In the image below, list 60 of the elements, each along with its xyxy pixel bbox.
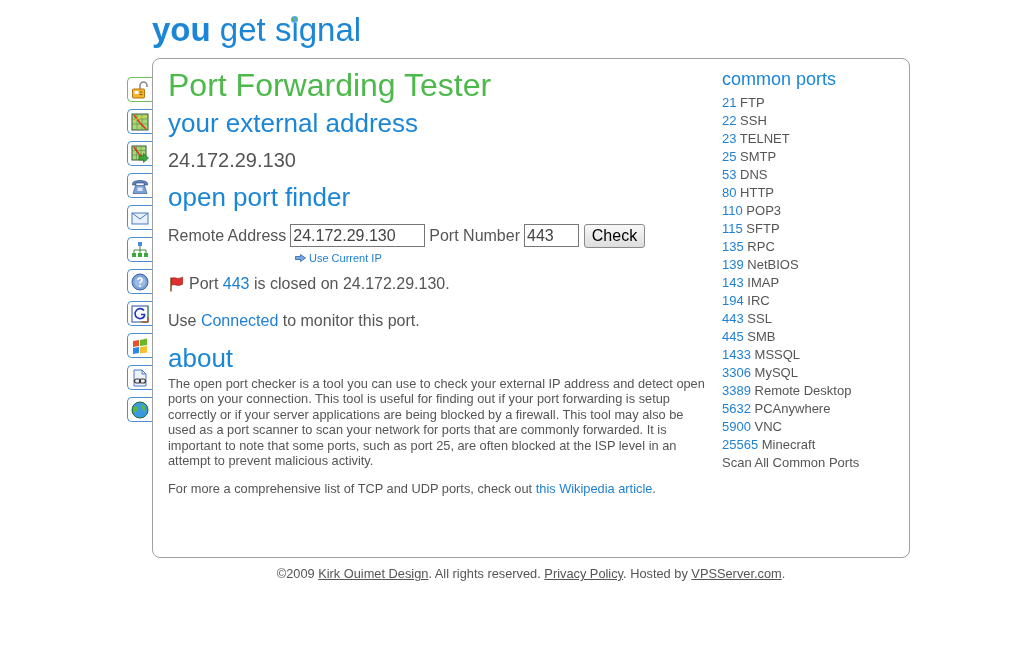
letter-g-icon [131,304,149,323]
port-link[interactable]: 443 SSL [722,310,772,328]
port-link[interactable]: 143 IMAP [722,274,780,292]
sidebar-tab[interactable] [127,269,152,294]
check-button[interactable]: Check [584,223,645,248]
port-link[interactable]: 1433 MSSQL [722,346,801,364]
port-link[interactable]: 5900 VNC [722,418,782,436]
use-current-ip-link[interactable]: Use Current IP [309,251,382,265]
text-link[interactable]: Connected [200,312,279,329]
port-link[interactable]: 22 SSH [722,112,767,130]
padlock-icon [131,80,149,99]
field-label: Port Number [429,225,520,246]
port-link[interactable]: 53 DNS [722,166,768,184]
address-input[interactable]: 24.172.29.130 [290,224,426,247]
page-title: Port Forwarding Tester [168,67,492,103]
sidebar-tab[interactable] [127,109,152,134]
about-paragraph: The open port checker is a tool you can use to check your external IP address and detect open ports on your connection. This tool is useful for finding out if your port forwarding is setup correctly or if your server applications are being blocked by a firewall. This tool may also be used as a port scanner to scan your network for ports that are commonly forwarded. It is important to note that some ports, such as port 25, are often blocked at the ISP level in an attempt to prevent malicious activity. [168,376,706,469]
globe-icon [131,400,149,419]
footer-link[interactable]: VPSServer.com [691,566,782,581]
section-heading: about [168,343,234,373]
status-message: Port 443 is closed on 24.172.29.130. [189,274,450,294]
document-link-icon [131,368,149,387]
port-link[interactable]: 110 POP3 [722,202,782,220]
port-input[interactable]: 443 [524,224,579,247]
arrow-icon [295,254,306,262]
four-color-flag-icon [131,336,149,355]
port-link[interactable]: 115 SFTP [722,220,780,238]
globe-icon [291,16,298,23]
port-link[interactable]: 5632 PCAnywhere [722,400,831,418]
port-link[interactable]: 445 SMB [722,328,776,346]
port-link[interactable]: 25565 Minecraft [722,436,816,454]
section-heading: your external address [168,108,419,138]
port-link[interactable]: 194 IRC [722,292,770,310]
site-logo[interactable]: you get signal [152,10,362,50]
port-link[interactable]: 135 RPC [722,238,775,256]
ip-address: 24.172.29.130 [168,148,296,172]
port-link[interactable]: 3389 Remote Desktop [722,382,852,400]
port-link[interactable]: 80 HTTP [722,184,775,202]
network-icon [131,240,149,259]
section-heading: common ports [722,68,837,90]
sidebar-tab[interactable] [127,173,152,198]
scan-all-link[interactable]: Scan All Common Ports [722,454,860,472]
port-link[interactable]: 3306 MySQL [722,364,798,382]
port-link[interactable]: 21 FTP [722,94,765,112]
field-label: Remote Address [168,225,287,246]
chart-arrow-icon [131,144,149,163]
sidebar-tab[interactable] [127,141,152,166]
sidebar-tab[interactable] [127,301,152,326]
section-heading: open port finder [168,182,351,212]
about-paragraph: For more a comprehensive list of TCP and UDP ports, check out this Wikipedia article. [168,481,657,497]
port-link[interactable]: 443 [222,275,250,292]
monitor-message: Use Connected to monitor this port. [168,311,420,331]
port-link[interactable]: 25 SMTP [722,148,777,166]
sidebar-tab[interactable] [127,365,152,390]
sidebar-tab[interactable] [127,397,152,422]
port-link[interactable]: 139 NetBIOS [722,256,799,274]
footer-text: ©2009 Kirk Ouimet Design. All rights reserved. Privacy Policy. Hosted by VPSServer.com. [275,566,787,581]
port-link[interactable]: 23 TELNET [722,130,790,148]
chart-icon [131,112,149,131]
help-icon [131,272,149,291]
